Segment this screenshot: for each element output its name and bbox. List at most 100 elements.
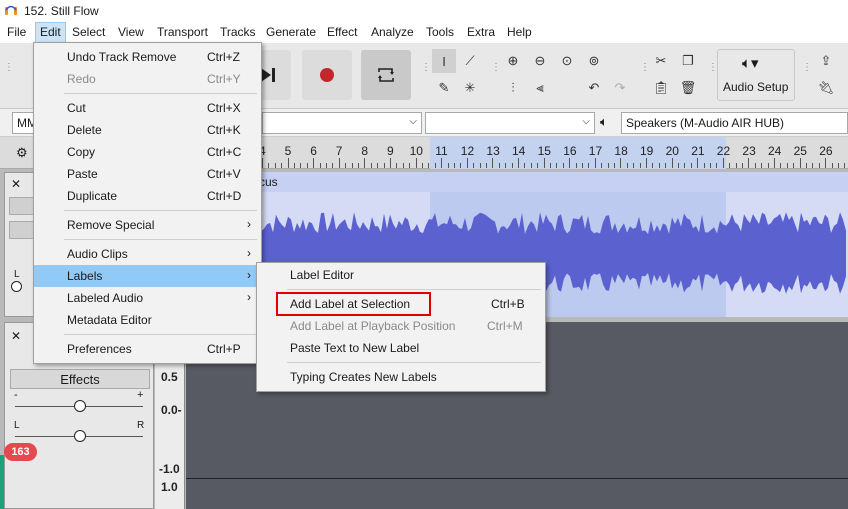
ruler-tick-label: 19 (640, 144, 654, 158)
toolbar-grip[interactable]: ⋮ (4, 63, 14, 73)
recording-device-select[interactable]: ⌵ (262, 112, 422, 134)
close-track-icon[interactable]: ✕ (11, 329, 21, 343)
menu-transport[interactable]: Transport (157, 25, 208, 39)
ruler-tick (588, 163, 590, 168)
ruler-tick (818, 163, 820, 168)
silence-button[interactable]: ⫷ (528, 76, 552, 100)
menu-cut[interactable]: Cut Ctrl+X (34, 97, 261, 119)
menu-view[interactable]: View (118, 25, 144, 39)
ruler-tick (294, 163, 295, 168)
menu-separator (64, 334, 257, 335)
menu-undo[interactable]: Undo Track Remove Ctrl+Z (34, 46, 261, 68)
plugin-button[interactable]: 🔌︎ (814, 76, 838, 100)
loop-button[interactable] (361, 50, 411, 100)
menu-label-editor[interactable]: Label Editor (257, 264, 545, 286)
ruler-tick (300, 163, 302, 168)
recording-channels-select[interactable]: ⌵ (425, 112, 595, 134)
menu-typing-creates-new-labels[interactable]: Typing Creates New Labels (257, 366, 545, 388)
selection-tool-button[interactable]: I (432, 49, 456, 73)
ruler-tick (582, 163, 583, 168)
playback-device-select[interactable]: Speakers (M-Audio AIR HUB) (621, 112, 848, 134)
menu-edit[interactable]: Edit (35, 22, 66, 43)
zoom-out-button[interactable]: ⊖ (528, 49, 552, 73)
menu-remove-special[interactable]: Remove Special › (34, 214, 261, 236)
ruler-tick (306, 163, 308, 168)
menu-file[interactable]: File (7, 25, 26, 39)
ruler-tick-label: 22 (716, 144, 731, 158)
menu-tools[interactable]: Tools (426, 25, 454, 39)
menu-tracks[interactable]: Tracks (220, 25, 256, 39)
zoom-in-button[interactable]: ⊕ (501, 49, 525, 73)
menu-help[interactable]: Help (507, 25, 532, 39)
toolbar-grip[interactable]: ⋮ (491, 63, 501, 73)
menu-analyze[interactable]: Analyze (371, 25, 414, 39)
audio-host-select[interactable]: MM (12, 112, 37, 134)
notification-badge[interactable]: 163 (4, 443, 37, 461)
trim-button[interactable]: ⫶ (501, 76, 525, 100)
ruler-tick (716, 163, 718, 168)
menu-preferences[interactable]: Preferences Ctrl+P (34, 338, 261, 360)
menu-metadata-editor[interactable]: Metadata Editor (34, 309, 261, 331)
menu-copy[interactable]: Copy Ctrl+C (34, 141, 261, 163)
menu-select[interactable]: Select (72, 25, 105, 39)
ruler-tick (326, 163, 327, 168)
undo-button[interactable]: ↶ (582, 76, 606, 100)
ruler-tick (742, 163, 743, 168)
envelope-tool-button[interactable]: ⟋ (458, 49, 482, 73)
copy-button[interactable]: ❐ (676, 49, 700, 73)
scale-label: 0.5 (161, 370, 178, 384)
menu-duplicate[interactable]: Duplicate Ctrl+D (34, 185, 261, 207)
menu-labels[interactable]: Labels › (34, 265, 261, 287)
effects-button[interactable]: Effects (10, 369, 150, 389)
menu-add-label-at-playback[interactable]: Add Label at Playback Position Ctrl+M (257, 315, 545, 337)
zoom-out-icon: ⊖ (534, 53, 546, 68)
menu-generate[interactable]: Generate (266, 25, 316, 39)
menu-labeled-audio[interactable]: Labeled Audio › (34, 287, 261, 309)
record-button[interactable] (302, 50, 352, 100)
delete-button[interactable]: 🗑︎ (676, 76, 700, 100)
menu-separator (287, 362, 541, 363)
audio-setup-button[interactable]: 🔈︎▾ Audio Setup (717, 49, 795, 101)
toolbar-grip[interactable]: ⋮ (708, 63, 718, 73)
gear-icon[interactable]: ⚙ (16, 145, 28, 161)
ruler-tick (786, 163, 788, 168)
multi-tool-button[interactable]: ✳ (458, 76, 482, 100)
cut-button[interactable]: ✂ (649, 49, 673, 73)
gain-slider-thumb[interactable] (74, 400, 86, 412)
ruler-selection (430, 137, 726, 169)
paste-button[interactable]: 📋︎ (649, 76, 673, 100)
ruler-tick (466, 158, 468, 168)
toolbar-grip[interactable]: ⋮ (421, 63, 431, 73)
menu-paste[interactable]: Paste Ctrl+V (34, 163, 261, 185)
menu-delete[interactable]: Delete Ctrl+K (34, 119, 261, 141)
ruler-tick (402, 163, 404, 168)
menu-effect[interactable]: Effect (327, 25, 357, 39)
fit-selection-button[interactable]: ⊙ (555, 49, 579, 73)
toolbar-grip[interactable]: ⋮ (640, 63, 650, 73)
undo-icon: ↶ (588, 80, 600, 95)
ruler-tick-label: 7 (335, 144, 343, 158)
labels-submenu: Label Editor Add Label at Selection Ctrl+… (256, 262, 546, 392)
menu-paste-text-to-new-label[interactable]: Paste Text to New Label (257, 337, 545, 359)
close-track-icon[interactable]: ✕ (11, 177, 21, 191)
menu-redo[interactable]: Redo Ctrl+Y (34, 68, 261, 90)
pan-slider-thumb[interactable] (74, 430, 86, 442)
toolbar-grip[interactable]: ⋮ (802, 63, 812, 73)
menu-audio-clips[interactable]: Audio Clips › (34, 243, 261, 265)
chevron-right-icon: › (247, 246, 251, 260)
trash-icon: 🗑︎ (679, 80, 697, 95)
track1-pan-slider[interactable] (11, 281, 22, 292)
fit-project-button[interactable]: ⊚ (582, 49, 606, 73)
ruler-tick (556, 163, 558, 168)
edit-menu: Undo Track Remove Ctrl+Z Redo Ctrl+Y Cut Ct… (33, 42, 262, 364)
ruler-tick (370, 163, 372, 168)
draw-tool-button[interactable]: ✎ (432, 76, 456, 100)
ruler-tick (390, 158, 391, 168)
redo-button[interactable]: ↷ (608, 76, 632, 100)
title-bar: 152. Still Flow (0, 0, 848, 22)
ruler-tick (646, 158, 647, 168)
menu-extra[interactable]: Extra (467, 25, 495, 39)
ruler-tick (767, 163, 769, 168)
ruler-tick (735, 163, 737, 168)
share-button[interactable]: ⇪ (814, 49, 838, 73)
